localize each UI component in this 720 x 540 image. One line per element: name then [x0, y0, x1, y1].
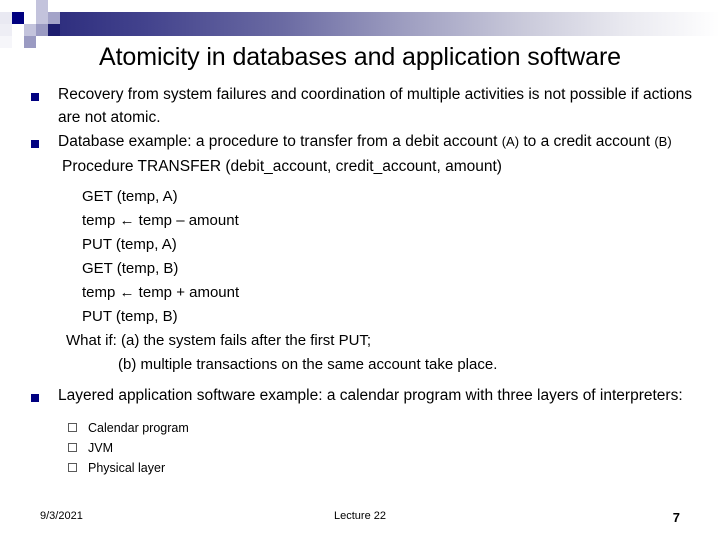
sub-bullet-label: Physical layer	[88, 460, 166, 475]
decorative-square	[12, 0, 24, 12]
decorative-square	[0, 36, 12, 48]
slide-footer: 9/3/2021 Lecture 22 7	[0, 510, 720, 528]
footer-page-number: 7	[672, 510, 680, 525]
procedure-code-line: PUT (temp, A)	[82, 236, 177, 253]
what-if-line: (b) multiple transactions on the same ac…	[118, 356, 498, 373]
decorative-square	[48, 0, 60, 12]
decorative-square	[24, 12, 36, 24]
sub-bullet-item: Calendar program	[0, 418, 720, 438]
hollow-square-bullet-icon	[68, 442, 77, 452]
header-decoration	[0, 0, 720, 48]
bullet-text-small-a: (A)	[501, 134, 520, 149]
procedure-code-line: temp ← temp – amount	[82, 212, 239, 229]
bullet-text-part: to a credit account	[519, 133, 655, 150]
procedure-code-block: GET (temp, A) temp ← temp – amount PUT (te…	[0, 185, 720, 329]
sub-bullet-item: Physical layer	[0, 458, 720, 478]
filled-square-bullet-icon	[31, 93, 39, 101]
procedure-code-line: GET (temp, A)	[82, 188, 178, 205]
what-if-block: What if: (a) the system fails after the …	[0, 329, 720, 377]
footer-lecture-label: Lecture 22	[334, 510, 386, 522]
decorative-square	[36, 0, 48, 12]
what-if-line: What if: (a) the system fails after the …	[66, 332, 372, 349]
decorative-square	[36, 24, 48, 36]
sub-bullet-item: JVM	[0, 438, 720, 458]
page-title: Atomicity in databases and application s…	[99, 43, 621, 71]
decorative-square	[24, 24, 36, 36]
decorative-square	[24, 36, 36, 48]
decorative-square	[36, 12, 48, 24]
sub-bullet-list: Calendar program JVM Physical layer	[0, 418, 720, 478]
decorative-square	[0, 12, 12, 24]
decorative-square	[24, 0, 36, 12]
procedure-signature: Procedure TRANSFER (debit_account, credi…	[62, 157, 502, 175]
decorative-square	[12, 12, 24, 24]
bullet-item-recovery: Recovery from system failures and coordi…	[0, 84, 720, 129]
sub-bullet-label: Calendar program	[88, 420, 189, 435]
bullet-text: Database example: a procedure to transfe…	[58, 133, 672, 150]
hollow-square-bullet-icon	[68, 462, 77, 472]
bullet-text-part: Recovery from system failures and coordi…	[58, 86, 693, 126]
decorative-square	[0, 24, 12, 36]
decorative-square	[12, 24, 24, 36]
bullet-text-small-b: (B)	[654, 134, 672, 149]
slide-content: Recovery from system failures and coordi…	[0, 84, 720, 478]
filled-square-bullet-icon	[31, 140, 39, 148]
procedure-code-line: temp ← temp + amount	[82, 284, 240, 301]
bullet-text: Layered application software example: a …	[58, 387, 683, 404]
bullet-text: Recovery from system failures and coordi…	[58, 86, 692, 126]
procedure-code-line: PUT (temp, B)	[82, 308, 178, 325]
hollow-square-bullet-icon	[68, 422, 77, 432]
procedure-code-line: GET (temp, B)	[82, 260, 179, 277]
sub-bullet-label: JVM	[88, 440, 113, 455]
bullet-item-layered-software: Layered application software example: a …	[0, 385, 720, 408]
decorative-square	[48, 12, 60, 24]
filled-square-bullet-icon	[31, 394, 39, 402]
bullet-item-database-example: Database example: a procedure to transfe…	[0, 131, 720, 154]
decorative-square	[12, 36, 24, 48]
bullet-text-part: Database example: a procedure to transfe…	[58, 133, 502, 150]
header-gradient-bar	[60, 12, 720, 36]
decorative-square	[48, 24, 60, 36]
